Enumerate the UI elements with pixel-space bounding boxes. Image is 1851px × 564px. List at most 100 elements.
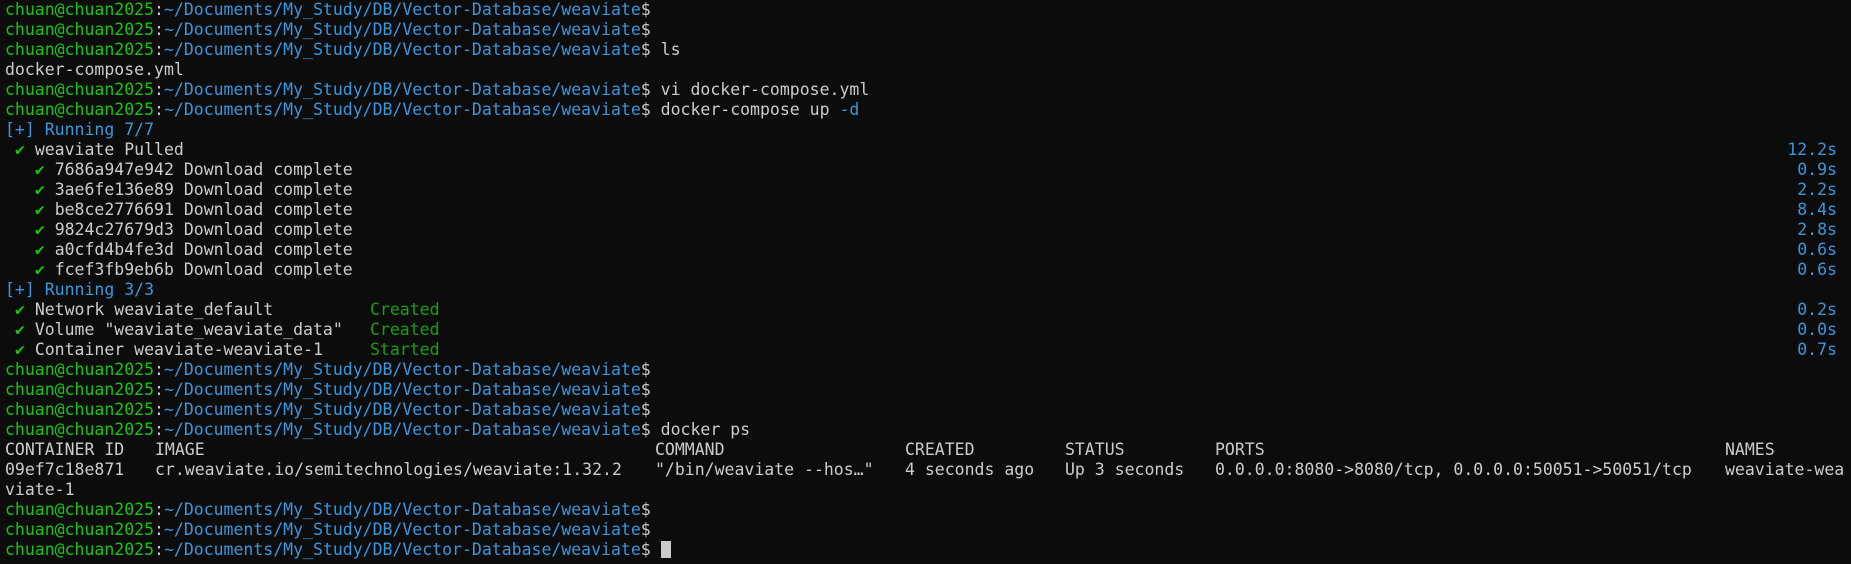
- ps-cell-image: cr.weaviate.io/semitechnologies/weaviate…: [155, 460, 622, 479]
- layer-id: 9824c27679d3: [54, 220, 174, 239]
- ps-header-command: COMMAND: [655, 440, 725, 459]
- check-icon: ✔: [14, 140, 25, 159]
- ls-output-file: docker-compose.yml: [5, 60, 184, 79]
- ps-header-image: IMAGE: [155, 440, 205, 459]
- layer-time: 2.2s: [1797, 180, 1837, 199]
- command-flag: -d: [839, 100, 860, 119]
- prompt-user: chuan@chuan2025: [5, 40, 155, 59]
- prompt-path: ~/Documents/My_Study/DB/Vector-Database/…: [163, 100, 641, 119]
- layer-line: ✔ 7686a947e942 Download complete 0.9s: [5, 160, 1851, 180]
- prompt-user: chuan@chuan2025: [5, 500, 155, 519]
- prompt-line: chuan@chuan2025:~/Documents/My_Study/DB/…: [5, 380, 1851, 400]
- run-item: ✔ Container weaviate-weaviate-1 Started 0.…: [5, 340, 1851, 360]
- prompt-dollar: $: [640, 40, 651, 59]
- command-ls: ls: [660, 40, 681, 59]
- prompt-dollar: $: [640, 380, 651, 399]
- ps-cell-names: weaviate-wea: [1725, 460, 1845, 479]
- layer-time: 0.6s: [1797, 260, 1837, 279]
- layer-time: 2.8s: [1797, 220, 1837, 239]
- prompt-colon: :: [154, 400, 164, 419]
- prompt-colon: :: [154, 40, 164, 59]
- pull-main-label: weaviate Pulled: [34, 140, 184, 159]
- run-item-label: Container weaviate-weaviate-1: [34, 340, 323, 359]
- prompt-line: chuan@chuan2025:~/Documents/My_Study/DB/…: [5, 0, 1851, 20]
- layer-id: be8ce2776691: [54, 200, 174, 219]
- ps-row-wrap: viate-1: [5, 480, 1851, 500]
- prompt-dollar: $: [640, 100, 651, 119]
- prompt-path: ~/Documents/My_Study/DB/Vector-Database/…: [163, 380, 641, 399]
- prompt-line: chuan@chuan2025:~/Documents/My_Study/DB/…: [5, 360, 1851, 380]
- ps-cell-ports: 0.0.0.0:8080->8080/tcp, 0.0.0.0:50051->5…: [1215, 460, 1692, 479]
- prompt-colon: :: [154, 360, 164, 379]
- prompt-user: chuan@chuan2025: [5, 520, 155, 539]
- ps-cell-command: "/bin/weaviate --hos…": [655, 460, 874, 479]
- run-item-label: Volume "weaviate_weaviate_data": [34, 320, 343, 339]
- prompt-path: ~/Documents/My_Study/DB/Vector-Database/…: [163, 360, 641, 379]
- run-item: ✔ Volume "weaviate_weaviate_data" Created…: [5, 320, 1851, 340]
- ps-cell-created: 4 seconds ago: [905, 460, 1035, 479]
- prompt-path: ~/Documents/My_Study/DB/Vector-Database/…: [163, 40, 641, 59]
- prompt-path: ~/Documents/My_Study/DB/Vector-Database/…: [163, 400, 641, 419]
- prompt-user: chuan@chuan2025: [5, 20, 155, 39]
- layer-time: 0.9s: [1797, 160, 1837, 179]
- command-ps: docker ps: [660, 420, 751, 439]
- prompt-dollar: $: [640, 360, 651, 379]
- command-compose: docker-compose up: [660, 100, 840, 119]
- prompt-colon: :: [154, 80, 164, 99]
- run-item-state: Started: [370, 340, 440, 359]
- layer-status: Download complete: [183, 240, 353, 259]
- prompt-dollar: $: [640, 500, 651, 519]
- prompt-line-compose: chuan@chuan2025:~/Documents/My_Study/DB/…: [5, 100, 1851, 120]
- prompt-colon: :: [154, 100, 164, 119]
- layer-line: ✔ a0cfd4b4fe3d Download complete 0.6s: [5, 240, 1851, 260]
- ps-cell-names-wrap: viate-1: [5, 480, 75, 499]
- layer-time: 8.4s: [1797, 200, 1837, 219]
- prompt-colon: :: [154, 0, 164, 19]
- prompt-dollar: $: [640, 20, 651, 39]
- prompt-colon: :: [154, 420, 164, 439]
- prompt-line: chuan@chuan2025:~/Documents/My_Study/DB/…: [5, 520, 1851, 540]
- prompt-colon: :: [154, 500, 164, 519]
- run-header: [+] Running 3/3: [5, 280, 155, 299]
- pull-main-time: 12.2s: [1787, 140, 1837, 159]
- prompt-user: chuan@chuan2025: [5, 80, 155, 99]
- layer-status: Download complete: [183, 180, 353, 199]
- prompt-path: ~/Documents/My_Study/DB/Vector-Database/…: [163, 0, 641, 19]
- ps-header-container-id: CONTAINER ID: [5, 440, 125, 459]
- check-icon: ✔: [34, 260, 45, 279]
- run-item-time: 0.2s: [1797, 300, 1837, 319]
- ps-cell-status: Up 3 seconds: [1065, 460, 1185, 479]
- prompt-line-ps: chuan@chuan2025:~/Documents/My_Study/DB/…: [5, 420, 1851, 440]
- run-item-state: Created: [370, 300, 440, 319]
- prompt-path: ~/Documents/My_Study/DB/Vector-Database/…: [163, 500, 641, 519]
- prompt-dollar: $: [640, 540, 651, 559]
- layer-line: ✔ be8ce2776691 Download complete 8.4s: [5, 200, 1851, 220]
- check-icon: ✔: [34, 240, 45, 259]
- prompt-user: chuan@chuan2025: [5, 540, 155, 559]
- layer-status: Download complete: [183, 260, 353, 279]
- prompt-line-active[interactable]: chuan@chuan2025:~/Documents/My_Study/DB/…: [5, 540, 1851, 560]
- pull-header: [+] Running 7/7: [5, 120, 155, 139]
- run-item: ✔ Network weaviate_default Created 0.2s: [5, 300, 1851, 320]
- prompt-line-vi: chuan@chuan2025:~/Documents/My_Study/DB/…: [5, 80, 1851, 100]
- check-icon: ✔: [14, 340, 25, 359]
- prompt-colon: :: [154, 20, 164, 39]
- pull-main-line: ✔ weaviate Pulled 12.2s: [5, 140, 1851, 160]
- terminal-window[interactable]: chuan@chuan2025:~/Documents/My_Study/DB/…: [0, 0, 1851, 564]
- layer-status: Download complete: [183, 220, 353, 239]
- check-icon: ✔: [14, 300, 25, 319]
- layer-time: 0.6s: [1797, 240, 1837, 259]
- ps-row: 09ef7c18e871 cr.weaviate.io/semitechnolo…: [5, 460, 1851, 480]
- run-item-state: Created: [370, 320, 440, 339]
- prompt-user: chuan@chuan2025: [5, 100, 155, 119]
- prompt-line-ls: chuan@chuan2025:~/Documents/My_Study/DB/…: [5, 40, 1851, 60]
- run-item-time: 0.0s: [1797, 320, 1837, 339]
- ps-header-ports: PORTS: [1215, 440, 1265, 459]
- layer-id: fcef3fb9eb6b: [54, 260, 174, 279]
- prompt-colon: :: [154, 540, 164, 559]
- prompt-dollar: $: [640, 400, 651, 419]
- ps-header-row: CONTAINER ID IMAGE COMMAND CREATED STATU…: [5, 440, 1851, 460]
- text-cursor[interactable]: [660, 541, 671, 558]
- layer-status: Download complete: [183, 160, 353, 179]
- layer-status: Download complete: [183, 200, 353, 219]
